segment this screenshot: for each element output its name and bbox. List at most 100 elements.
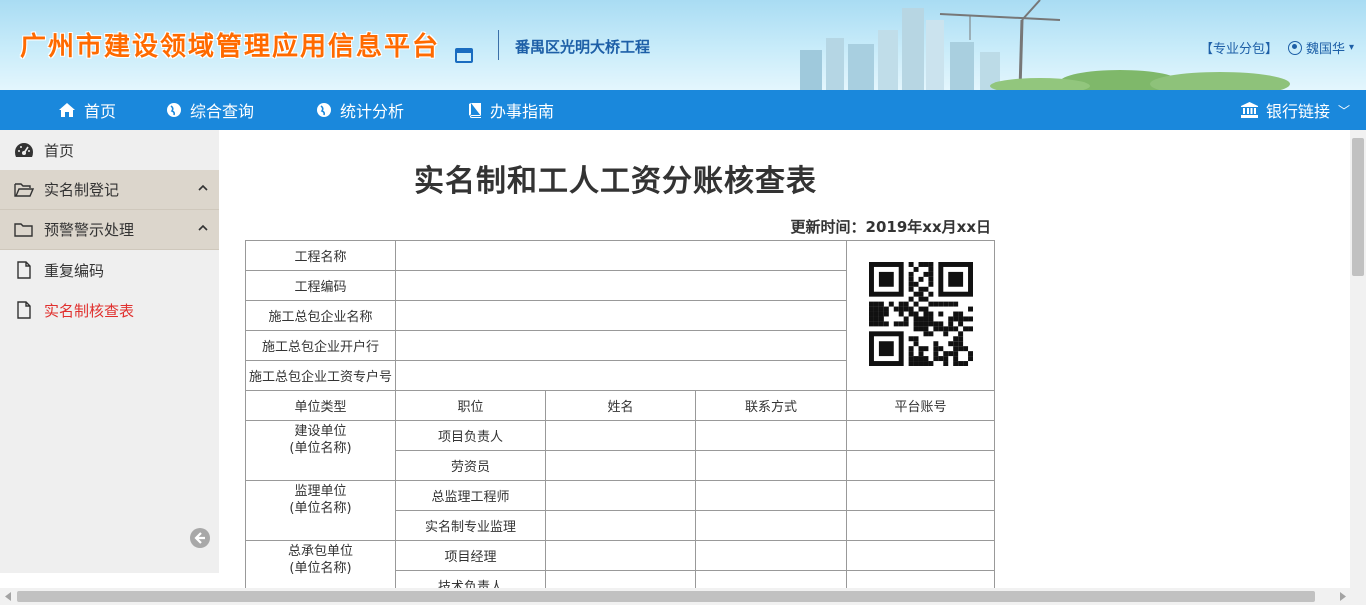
horizontal-scroll-thumb[interactable] xyxy=(17,591,1315,602)
nav-label: 统计分析 xyxy=(340,102,405,121)
sidebar-item-label: 首页 xyxy=(44,141,75,160)
position-cell: 劳资员 xyxy=(395,450,546,481)
chevron-up-icon xyxy=(198,184,208,191)
info-value xyxy=(395,240,847,271)
nav-label: 办事指南 xyxy=(490,102,555,121)
sidebar-item-warning[interactable]: 预警警示处理 xyxy=(0,210,219,250)
unit-type: 监理单位 xyxy=(294,484,347,499)
unit-name-placeholder: (单位名称) xyxy=(289,561,352,576)
name-cell xyxy=(545,570,696,588)
header-banner: 广州市建设领域管理应用信息平台 番禺区光明大桥工程 【专业分包】 魏国华 ▾ xyxy=(0,0,1366,90)
column-header: 职位 xyxy=(395,390,546,421)
qr-code-icon xyxy=(868,261,973,366)
table-header-row: 单位类型 职位 姓名 联系方式 平台账号 xyxy=(245,390,995,421)
info-value xyxy=(395,360,847,391)
nav-label: 首页 xyxy=(84,102,117,121)
chevron-down-icon: ﹀ xyxy=(1337,103,1350,118)
unit-name-placeholder: (单位名称) xyxy=(289,441,352,456)
sidebar-item-label: 重复编码 xyxy=(44,261,105,280)
nav-item-home[interactable]: 首页 xyxy=(58,90,116,130)
chevron-down-icon: ▾ xyxy=(1348,42,1354,53)
column-header: 姓名 xyxy=(545,390,696,421)
vertical-scroll-thumb[interactable] xyxy=(1352,138,1364,276)
account-cell xyxy=(846,480,995,511)
scroll-right-icon[interactable] xyxy=(1339,592,1347,601)
table-row: 总承包单位 (单位名称) 项目经理 xyxy=(245,540,995,588)
contact-cell xyxy=(695,570,847,588)
horizontal-scrollbar[interactable] xyxy=(0,588,1366,605)
info-label: 施工总包企业开户行 xyxy=(245,330,396,361)
folder-open-icon xyxy=(14,182,34,197)
position-cell: 总监理工程师 xyxy=(395,480,546,511)
header-divider xyxy=(498,30,499,60)
vertical-scrollbar[interactable] xyxy=(1350,130,1366,588)
nav-item-stats[interactable]: 统计分析 xyxy=(316,90,404,130)
contact-cell xyxy=(695,420,847,451)
bank-link-menu[interactable]: 银行链接 ﹀ xyxy=(1240,90,1350,130)
sidebar-item-home[interactable]: 首页 xyxy=(0,130,219,170)
unit-cell: 总承包单位 (单位名称) xyxy=(245,540,396,588)
account-cell xyxy=(846,570,995,588)
platform-title: 广州市建设领域管理应用信息平台 xyxy=(20,32,441,62)
unit-cell: 监理单位 (单位名称) xyxy=(245,480,396,541)
name-cell xyxy=(545,540,696,571)
globe-icon xyxy=(167,103,181,117)
column-header: 联系方式 xyxy=(695,390,847,421)
book-icon xyxy=(469,103,481,118)
account-cell xyxy=(846,420,995,451)
account-cell xyxy=(846,540,995,571)
sidebar-item-realname-register[interactable]: 实名制登记 xyxy=(0,170,219,210)
collapse-sidebar-icon[interactable] xyxy=(189,527,211,549)
contact-cell xyxy=(695,540,847,571)
name-cell xyxy=(545,510,696,541)
account-cell xyxy=(846,510,995,541)
contact-cell xyxy=(695,510,847,541)
info-label: 施工总包企业名称 xyxy=(245,300,396,331)
unit-type: 总承包单位 xyxy=(287,544,353,559)
chevron-up-icon xyxy=(198,224,208,231)
user-name: 魏国华 xyxy=(1305,42,1345,57)
nav-label: 综合查询 xyxy=(190,102,255,121)
position-cell: 实名制专业监理 xyxy=(395,510,546,541)
nav-item-query[interactable]: 综合查询 xyxy=(166,90,254,130)
window-icon[interactable] xyxy=(455,48,473,63)
project-name: 番禺区光明大桥工程 xyxy=(515,38,651,56)
table-row: 建设单位 (单位名称) 项目负责人 xyxy=(245,420,995,481)
name-cell xyxy=(545,420,696,451)
sidebar: 首页 实名制登记 预警警示处理 重复编码 实名制核查表 xyxy=(0,130,219,573)
column-header: 平台账号 xyxy=(846,390,995,421)
nav-item-guide[interactable]: 办事指南 xyxy=(468,90,554,130)
user-menu[interactable]: 魏国华 ▾ xyxy=(1287,38,1354,57)
contact-cell xyxy=(695,450,847,481)
unit-cell: 建设单位 (单位名称) xyxy=(245,420,396,481)
info-label: 工程编码 xyxy=(245,270,396,301)
sidebar-item-label: 实名制核查表 xyxy=(44,301,135,320)
bank-label: 银行链接 xyxy=(1265,102,1330,121)
info-label: 工程名称 xyxy=(245,240,396,271)
contact-cell xyxy=(695,480,847,511)
position-cell: 技术负责人 xyxy=(395,570,546,588)
check-table: 工程名称 工程编码 施工总包企业名称 施工总包企业开户行 施工总包企业工资专户号 xyxy=(245,240,995,588)
sidebar-item-check-table[interactable]: 实名制核查表 xyxy=(0,290,219,330)
table-row: 监理单位 (单位名称) 总监理工程师 xyxy=(245,480,995,541)
position-cell: 项目经理 xyxy=(395,540,546,571)
sidebar-item-duplicate-code[interactable]: 重复编码 xyxy=(0,250,219,290)
update-time: 更新时间：2019年xx月xx日 xyxy=(790,218,991,236)
file-icon xyxy=(17,301,31,319)
user-circle-icon xyxy=(1287,40,1302,55)
position-cell: 项目负责人 xyxy=(395,420,546,451)
dashboard-icon xyxy=(15,143,33,157)
page-title: 实名制和工人工资分账核查表 xyxy=(414,164,817,199)
sidebar-item-label: 预警警示处理 xyxy=(44,221,135,239)
info-label: 施工总包企业工资专户号 xyxy=(245,360,396,391)
account-cell xyxy=(846,450,995,481)
info-value xyxy=(395,270,847,301)
scroll-left-icon[interactable] xyxy=(4,592,12,601)
role-label[interactable]: 【专业分包】 xyxy=(1200,38,1278,57)
info-value xyxy=(395,330,847,361)
bank-icon xyxy=(1240,102,1258,118)
globe-icon xyxy=(317,103,331,117)
unit-type: 建设单位 xyxy=(294,424,347,439)
column-header: 单位类型 xyxy=(245,390,396,421)
sidebar-item-label: 实名制登记 xyxy=(44,181,120,199)
